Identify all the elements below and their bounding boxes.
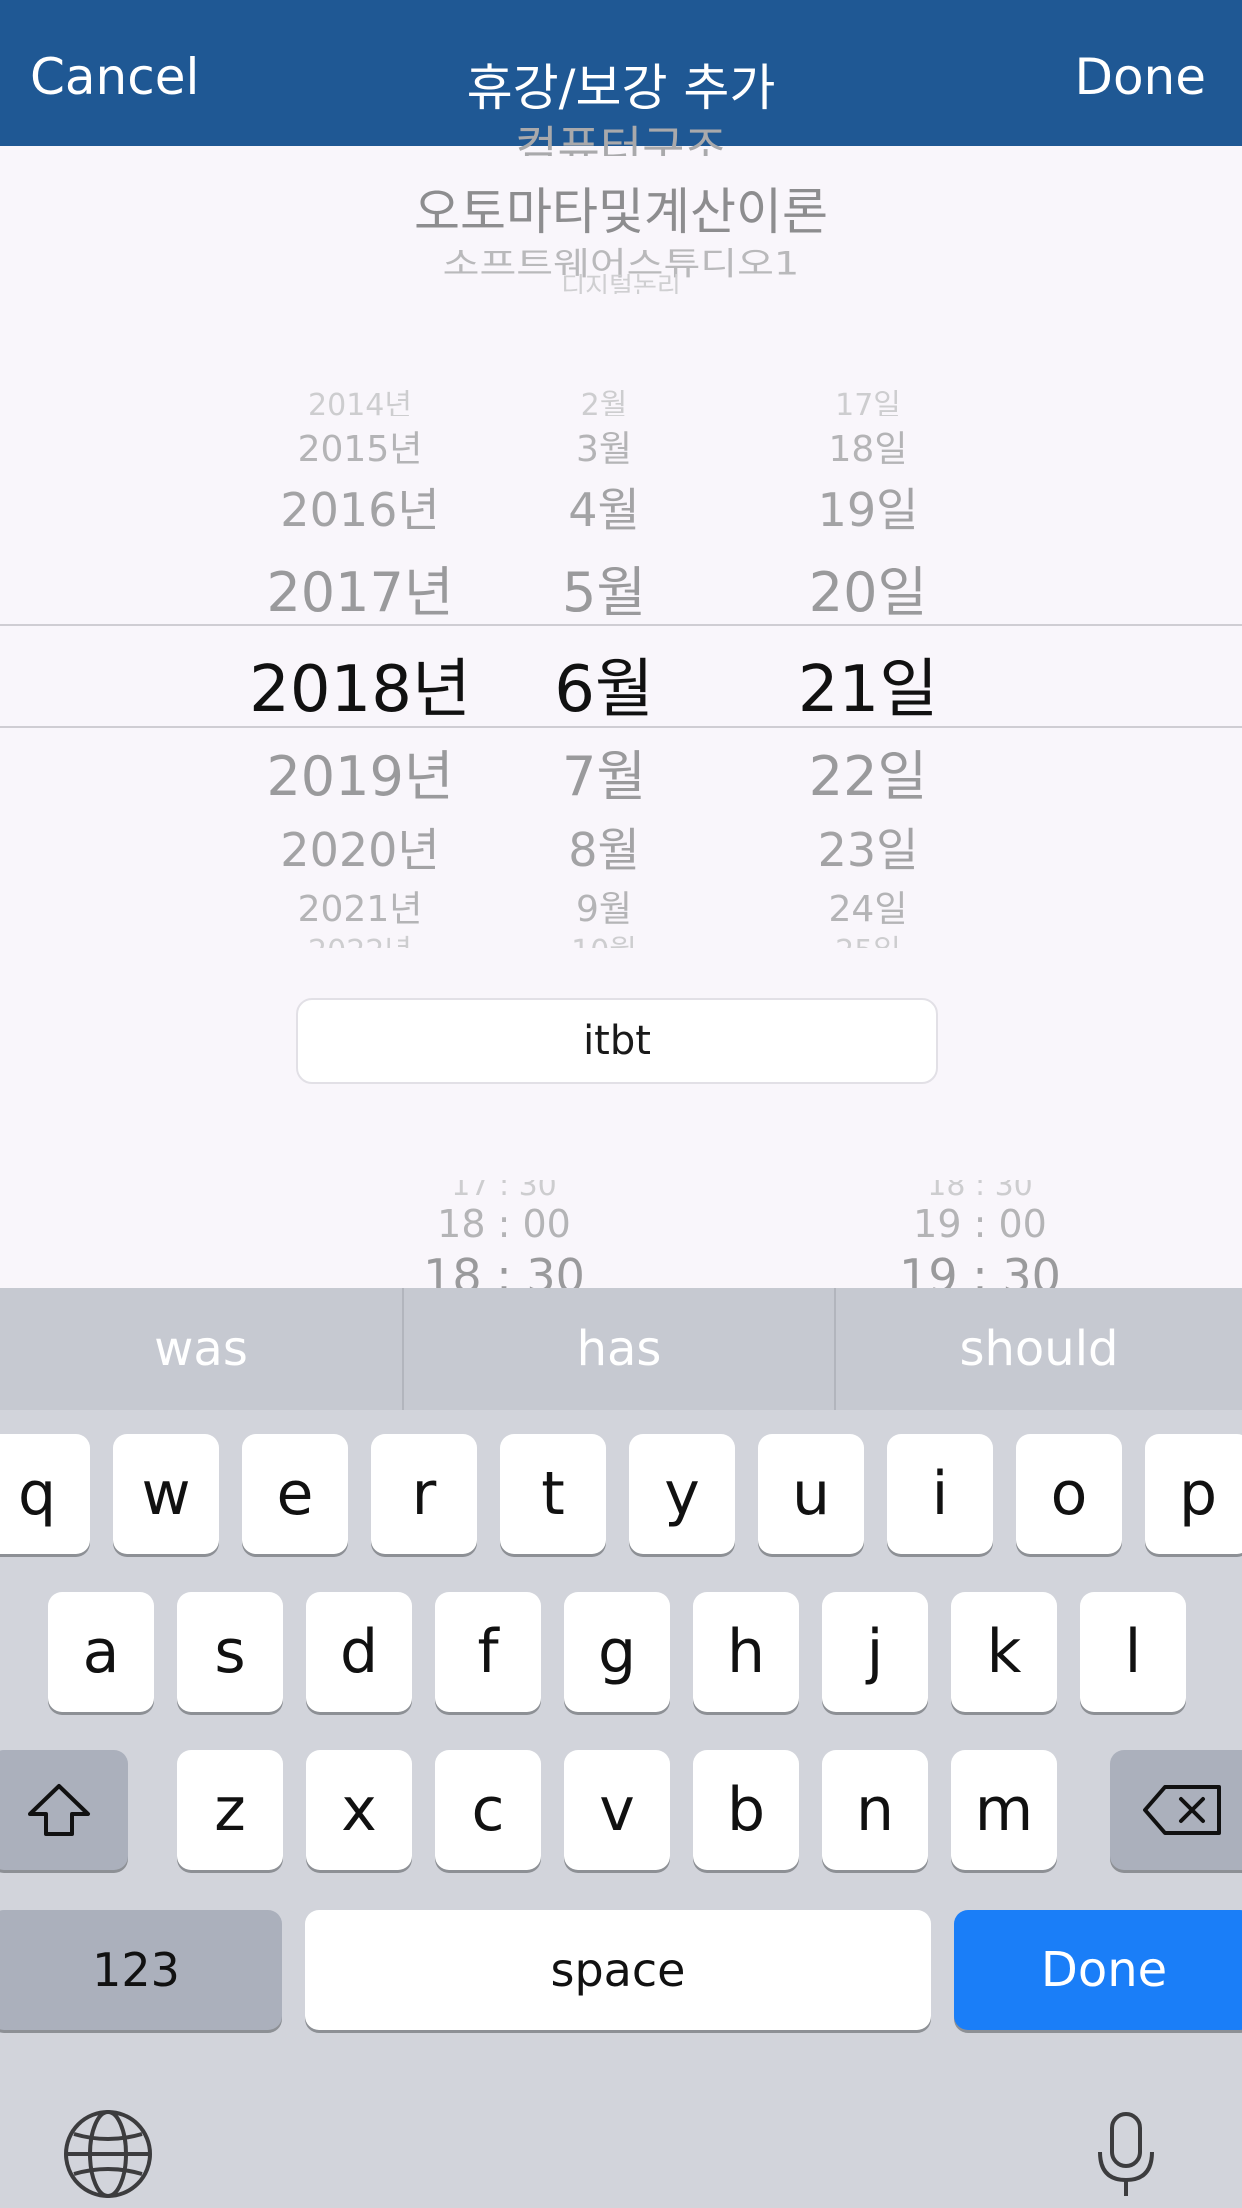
key-b[interactable]: b	[693, 1750, 799, 1870]
subject-option: 컴퓨터구조	[515, 121, 727, 156]
date-picker-row: 2021년 9월 24일	[0, 880, 1242, 960]
suggestion-bar: was has should	[0, 1288, 1242, 1410]
year-option: 2017년	[266, 561, 454, 624]
day-option: 18일	[828, 429, 908, 470]
selection-indicator-bottom	[0, 726, 1242, 728]
key-t[interactable]: t	[500, 1434, 606, 1554]
classroom-input-value: itbt	[583, 1018, 651, 1064]
space-key[interactable]: space	[305, 1910, 931, 2030]
backspace-icon	[1143, 1785, 1221, 1835]
month-option: 4월	[568, 483, 640, 537]
shift-key[interactable]	[0, 1750, 128, 1870]
day-option: 25일	[835, 926, 901, 948]
key-s[interactable]: s	[177, 1592, 283, 1712]
key-h[interactable]: h	[693, 1592, 799, 1712]
day-option: 19일	[817, 483, 919, 537]
date-picker-row: 2016년 4월 19일	[0, 474, 1242, 554]
key-m[interactable]: m	[951, 1750, 1057, 1870]
selected-day: 21일	[797, 653, 939, 727]
key-x[interactable]: x	[306, 1750, 412, 1870]
selection-indicator-top	[0, 624, 1242, 626]
day-option: 22일	[808, 745, 928, 808]
day-option: 20일	[808, 561, 928, 624]
year-option: 2020년	[280, 823, 440, 877]
month-option: 8월	[568, 823, 640, 877]
year-option: 2021년	[297, 889, 423, 930]
month-option: 9월	[575, 889, 633, 930]
key-o[interactable]: o	[1016, 1434, 1122, 1554]
key-q[interactable]: q	[0, 1434, 90, 1554]
subject-option: 디지털논리	[561, 274, 681, 294]
globe-button[interactable]	[62, 2108, 154, 2200]
key-f[interactable]: f	[435, 1592, 541, 1712]
done-key[interactable]: Done	[954, 1910, 1242, 2030]
key-k[interactable]: k	[951, 1592, 1057, 1712]
date-picker-selected-row: 2018년 6월 21일	[0, 638, 1242, 727]
key-e[interactable]: e	[242, 1434, 348, 1554]
month-option: 5월	[561, 561, 647, 624]
keyboard: was has should q w e r t y u i o p a s d…	[0, 1288, 1242, 2208]
suggestion-has[interactable]: has	[404, 1288, 834, 1410]
day-option: 24일	[828, 889, 908, 930]
time-picker-end[interactable]: 18 : 30 19 : 00 19 : 30	[620, 1180, 1242, 1288]
shift-icon	[28, 1784, 90, 1836]
key-n[interactable]: n	[822, 1750, 928, 1870]
numbers-key[interactable]: 123	[0, 1910, 282, 2030]
month-option: 3월	[575, 429, 633, 470]
key-j[interactable]: j	[822, 1592, 928, 1712]
day-option: 23일	[817, 823, 919, 877]
selected-month: 6월	[554, 653, 654, 727]
selected-year: 2018년	[249, 653, 471, 727]
key-p[interactable]: p	[1145, 1434, 1242, 1554]
globe-icon	[64, 2110, 152, 2198]
month-option: 7월	[561, 745, 647, 808]
key-a[interactable]: a	[48, 1592, 154, 1712]
key-w[interactable]: w	[113, 1434, 219, 1554]
year-option: 2022년	[308, 926, 412, 948]
end-time-option: 18 : 30	[927, 1180, 1033, 1200]
month-option: 2월	[580, 390, 628, 416]
page-title: 휴강/보강 추가	[466, 59, 776, 117]
year-option: 2016년	[280, 483, 440, 537]
year-option: 2015년	[297, 429, 423, 470]
backspace-key[interactable]	[1110, 1750, 1242, 1870]
year-option: 2019년	[266, 745, 454, 808]
subject-picker[interactable]: 컴퓨터구조 오토마타및계산이론 소프트웨어스튜디오1 디지털논리	[0, 121, 1242, 296]
suggestion-was[interactable]: was	[0, 1288, 402, 1410]
key-u[interactable]: u	[758, 1434, 864, 1554]
suggestion-should[interactable]: should	[836, 1288, 1242, 1410]
key-l[interactable]: l	[1080, 1592, 1186, 1712]
date-picker[interactable]: 2014년 2월 17일 2015년 3월 18일 2016년 4월 19일 2…	[0, 390, 1242, 950]
key-i[interactable]: i	[887, 1434, 993, 1554]
end-time-option: 19 : 00	[913, 1202, 1047, 1246]
key-d[interactable]: d	[306, 1592, 412, 1712]
month-option: 10월	[571, 926, 637, 948]
microphone-icon	[1098, 2112, 1154, 2196]
key-g[interactable]: g	[564, 1592, 670, 1712]
key-z[interactable]: z	[177, 1750, 283, 1870]
date-picker-row: 2019년 7월 22일	[0, 732, 1242, 812]
day-option: 17일	[835, 390, 901, 416]
classroom-input[interactable]: itbt	[296, 998, 938, 1084]
subject-option: 오토마타및계산이론	[414, 183, 828, 241]
dictation-button[interactable]	[1094, 2108, 1158, 2200]
date-picker-row: 2017년 5월 20일	[0, 548, 1242, 628]
key-c[interactable]: c	[435, 1750, 541, 1870]
key-y[interactable]: y	[629, 1434, 735, 1554]
time-picker-start[interactable]: 17 : 30 18 : 00 18 : 30	[0, 1180, 620, 1288]
key-v[interactable]: v	[564, 1750, 670, 1870]
date-picker-row: 2022년 10월 25일	[0, 926, 1242, 948]
year-option: 2014년	[308, 390, 412, 416]
done-button[interactable]: Done	[1074, 48, 1206, 106]
end-time-option: 19 : 30	[899, 1250, 1061, 1288]
key-r[interactable]: r	[371, 1434, 477, 1554]
date-picker-row: 2014년 2월 17일	[0, 390, 1242, 416]
